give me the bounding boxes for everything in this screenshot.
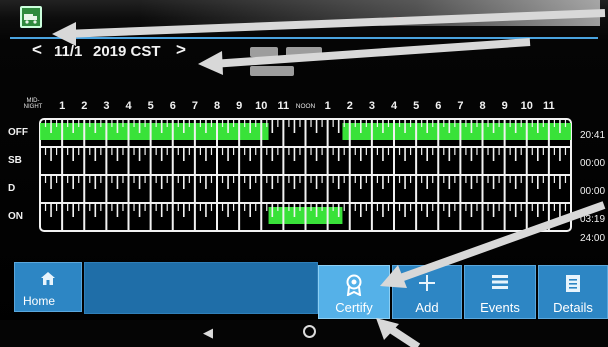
status-row-label: SB: [8, 155, 22, 166]
log-date-part: 11/1: [54, 43, 83, 60]
events-button[interactable]: Events: [464, 265, 536, 319]
eld-screen: < 11/1 2019 CST > MID-NIGHT 1 2 3 4 5 6 7 8 9 10 11…: [0, 0, 608, 347]
hour-label: 2: [347, 100, 353, 112]
hour-label: 10: [521, 100, 533, 112]
hour-label: 6: [435, 100, 441, 112]
document-icon: [566, 275, 580, 292]
hour-label: 11: [543, 100, 555, 112]
status-row-total: 20:41: [580, 130, 605, 141]
status-row-label: D: [8, 183, 15, 194]
back-icon[interactable]: ◀: [203, 325, 213, 341]
hour-label: MID-NIGHT: [24, 98, 43, 110]
hour-label: 9: [236, 100, 242, 112]
annotation-arrowhead: [198, 51, 223, 75]
home-icon: [41, 272, 55, 285]
bottom-bar-spacer: [84, 262, 318, 314]
hour-label: 3: [369, 100, 375, 112]
circle-home-icon[interactable]: [303, 325, 316, 338]
details-button-label: Details: [553, 300, 593, 315]
duty-segment: [40, 123, 269, 140]
hour-label: 3: [103, 100, 109, 112]
duty-segment: [342, 123, 571, 140]
status-row-total: 00:00: [580, 186, 605, 197]
hour-label: 9: [502, 100, 508, 112]
header-divider: [10, 37, 598, 39]
driver-name-obscured: [250, 43, 380, 76]
certify-button[interactable]: Certify: [318, 265, 390, 319]
hour-label: 11: [278, 100, 290, 112]
duty-status-graph: MID-NIGHT 1 2 3 4 5 6 7 8 9 10 11 NOON 1 2 3 4 5 6 7 8 9 10 11 O…: [8, 98, 605, 244]
status-indicators: [392, 10, 425, 28]
certify-button-label: Certify: [335, 300, 373, 315]
hour-label: 7: [457, 100, 463, 112]
status-dot: [392, 17, 398, 23]
list-icon: [492, 275, 508, 289]
hour-label: 8: [214, 100, 220, 112]
events-button-label: Events: [480, 300, 520, 315]
screen-glare: [140, 0, 600, 26]
home-button[interactable]: Home: [14, 262, 82, 312]
add-button-label: Add: [415, 300, 439, 315]
total-hours: 24:00: [580, 233, 605, 244]
add-button[interactable]: Add: [392, 265, 462, 319]
status-row-label: ON: [8, 211, 23, 222]
home-button-label: Home: [23, 294, 56, 308]
hour-label: 6: [170, 100, 176, 112]
previous-day-button[interactable]: <: [32, 40, 42, 60]
award-icon: [346, 274, 362, 297]
details-button[interactable]: Details: [538, 265, 608, 319]
truck-icon: [24, 14, 37, 24]
hour-label: 1: [59, 100, 65, 112]
app-icon[interactable]: [20, 6, 42, 28]
hour-label: 4: [391, 100, 398, 112]
next-day-button[interactable]: >: [176, 40, 186, 60]
hour-label: 5: [148, 100, 154, 112]
plus-icon: [419, 275, 435, 291]
hour-label: 5: [413, 100, 419, 112]
hour-label: 4: [125, 100, 132, 112]
status-row-total: 03:19: [580, 214, 605, 225]
hour-label: NOON: [296, 103, 316, 110]
status-row-label: OFF: [8, 127, 28, 138]
hour-label: 7: [192, 100, 198, 112]
status-dot: [403, 17, 409, 23]
hour-label: 8: [479, 100, 485, 112]
status-row-total: 00:00: [580, 158, 605, 169]
hour-label: 1: [325, 100, 331, 112]
hour-label: 10: [255, 100, 267, 112]
hour-label: 2: [81, 100, 87, 112]
status-dot: [414, 17, 420, 23]
log-date-part: 2019 CST: [93, 43, 161, 60]
